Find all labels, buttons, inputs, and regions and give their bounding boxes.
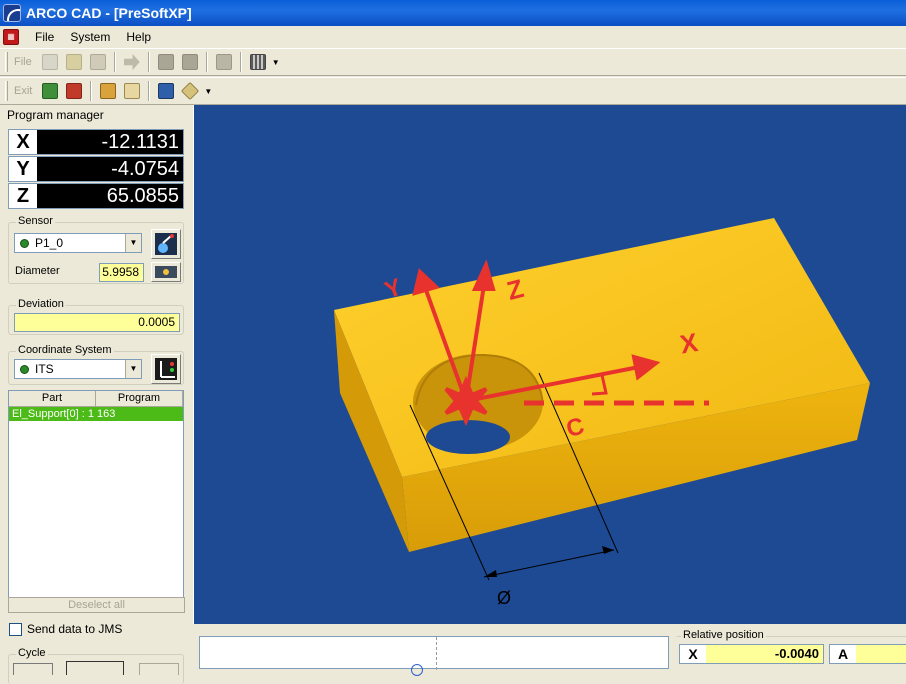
menu-help[interactable]: Help bbox=[118, 30, 159, 44]
cycle-group: Cycle bbox=[8, 647, 184, 684]
probe-icon bbox=[155, 233, 177, 255]
file-label: File bbox=[14, 56, 32, 68]
sensor-select[interactable]: P1_0 ▼ bbox=[14, 233, 142, 253]
diameter-value: 5.9958 bbox=[99, 263, 144, 282]
coordinate-system-select[interactable]: ITS ▼ bbox=[14, 359, 142, 379]
column-program[interactable]: Program bbox=[96, 391, 183, 406]
axis-label: Y bbox=[9, 157, 37, 181]
chevron-down-icon[interactable]: ▼ bbox=[272, 58, 280, 67]
print-icon[interactable] bbox=[215, 54, 232, 70]
folder-icon[interactable] bbox=[89, 54, 106, 70]
coord-x: X -12.1131 bbox=[8, 129, 184, 155]
send-data-checkbox[interactable]: Send data to JMS bbox=[9, 622, 122, 636]
graph-panel bbox=[199, 636, 669, 676]
cad-viewport[interactable]: Ø Y Z X C bbox=[193, 105, 906, 624]
part-3d-view[interactable]: Ø Y Z X C bbox=[194, 105, 906, 624]
exit-label[interactable]: Exit bbox=[14, 85, 32, 97]
status-dot-icon bbox=[20, 238, 29, 248]
diameter-label: Diameter bbox=[15, 265, 60, 277]
relative-position-label: Relative position bbox=[681, 629, 766, 641]
play-button[interactable] bbox=[66, 661, 124, 675]
coord-y: Y -4.0754 bbox=[8, 156, 184, 182]
document-icon[interactable]: ▦ bbox=[3, 29, 19, 45]
dimension-line bbox=[483, 549, 615, 578]
axis-value: -4.0754 bbox=[37, 157, 183, 181]
new-file-icon[interactable] bbox=[41, 54, 58, 70]
cancel-icon[interactable] bbox=[66, 83, 83, 99]
program-toolbar: Exit ▼ bbox=[0, 77, 906, 105]
sensor-selected: P1_0 bbox=[35, 236, 64, 250]
open-folder-icon[interactable] bbox=[65, 54, 82, 70]
chevron-down-icon[interactable]: ▼ bbox=[125, 234, 141, 252]
calibrate-icon bbox=[155, 266, 177, 278]
relative-position-group: Relative position X -0.0040 A bbox=[677, 629, 906, 669]
eraser-icon[interactable] bbox=[181, 81, 200, 101]
coordinate-system-label: Coordinate System bbox=[16, 344, 114, 356]
chevron-down-icon[interactable]: ▼ bbox=[125, 360, 141, 378]
coordinate-system-selected: ITS bbox=[35, 362, 54, 376]
toolbar-grip[interactable] bbox=[5, 81, 8, 101]
hole-inner bbox=[426, 420, 510, 454]
axis-value: 65.0855 bbox=[37, 184, 183, 208]
save-all-icon[interactable] bbox=[181, 54, 198, 70]
axis-label: X bbox=[680, 645, 706, 663]
edit-clipboard-icon[interactable] bbox=[124, 83, 141, 99]
deviation-label: Deviation bbox=[16, 298, 66, 310]
checkbox-box[interactable] bbox=[9, 622, 22, 636]
axes-icon bbox=[155, 358, 177, 380]
sensor-group: Sensor P1_0 ▼ Diameter 5.9958 bbox=[8, 215, 184, 284]
deviation-value: 0.0005 bbox=[14, 313, 180, 332]
arrow-right-icon[interactable] bbox=[123, 54, 140, 70]
stop-button[interactable] bbox=[139, 663, 179, 675]
relative-x-value: -0.0040 bbox=[706, 645, 823, 663]
title-bar: ARCO CAD - [PreSoftXP] bbox=[0, 0, 906, 26]
diameter-symbol: Ø bbox=[497, 588, 511, 608]
axis-label: Z bbox=[9, 184, 37, 208]
menu-bar: ▦ File System Help bbox=[0, 26, 906, 48]
cycle-label: Cycle bbox=[16, 647, 48, 659]
film-icon[interactable] bbox=[249, 54, 266, 70]
probe-button[interactable] bbox=[151, 229, 181, 259]
book-icon[interactable] bbox=[158, 83, 175, 99]
relative-a-value bbox=[856, 645, 906, 663]
relative-x: X -0.0040 bbox=[679, 644, 824, 664]
program-manager-panel: Program manager X -12.1131 Y -4.0754 Z 6… bbox=[0, 105, 192, 684]
app-logo-icon bbox=[3, 4, 21, 22]
chevron-down-icon[interactable]: ▼ bbox=[204, 87, 212, 96]
coord-z: Z 65.0855 bbox=[8, 183, 184, 209]
deviation-group: Deviation 0.0005 bbox=[8, 298, 184, 335]
menu-file[interactable]: File bbox=[27, 30, 62, 44]
send-data-label: Send data to JMS bbox=[27, 622, 123, 636]
clipboard-icon[interactable] bbox=[100, 83, 117, 99]
axis-label: A bbox=[830, 645, 856, 663]
rewind-button[interactable] bbox=[13, 663, 53, 675]
status-dot-icon bbox=[20, 364, 29, 374]
menu-system[interactable]: System bbox=[62, 30, 118, 44]
toolbar-grip[interactable] bbox=[5, 52, 8, 72]
part-list[interactable]: Part Program El_Support[0] : 1 163 bbox=[8, 390, 184, 601]
axis-label: X bbox=[9, 130, 37, 154]
relative-a: A bbox=[829, 644, 906, 664]
coordinate-system-button[interactable] bbox=[151, 354, 181, 384]
deselect-all-button[interactable]: Deselect all bbox=[8, 597, 185, 613]
window-title: ARCO CAD - [PreSoftXP] bbox=[26, 5, 192, 21]
main-toolbar: File ▼ bbox=[0, 48, 906, 76]
sensor-label: Sensor bbox=[16, 215, 55, 227]
coordinate-system-group: Coordinate System ITS ▼ bbox=[8, 344, 184, 385]
check-icon[interactable] bbox=[42, 83, 59, 99]
list-header: Part Program bbox=[9, 391, 183, 407]
panel-title: Program manager bbox=[7, 108, 104, 122]
axis-value: -12.1131 bbox=[37, 130, 183, 154]
list-item[interactable]: El_Support[0] : 1 163 bbox=[9, 407, 183, 421]
calibrate-button[interactable] bbox=[151, 262, 181, 282]
marker-icon bbox=[411, 664, 423, 676]
bottom-panel: Relative position X -0.0040 A bbox=[193, 624, 906, 676]
save-icon[interactable] bbox=[157, 54, 174, 70]
column-part[interactable]: Part bbox=[9, 391, 96, 406]
